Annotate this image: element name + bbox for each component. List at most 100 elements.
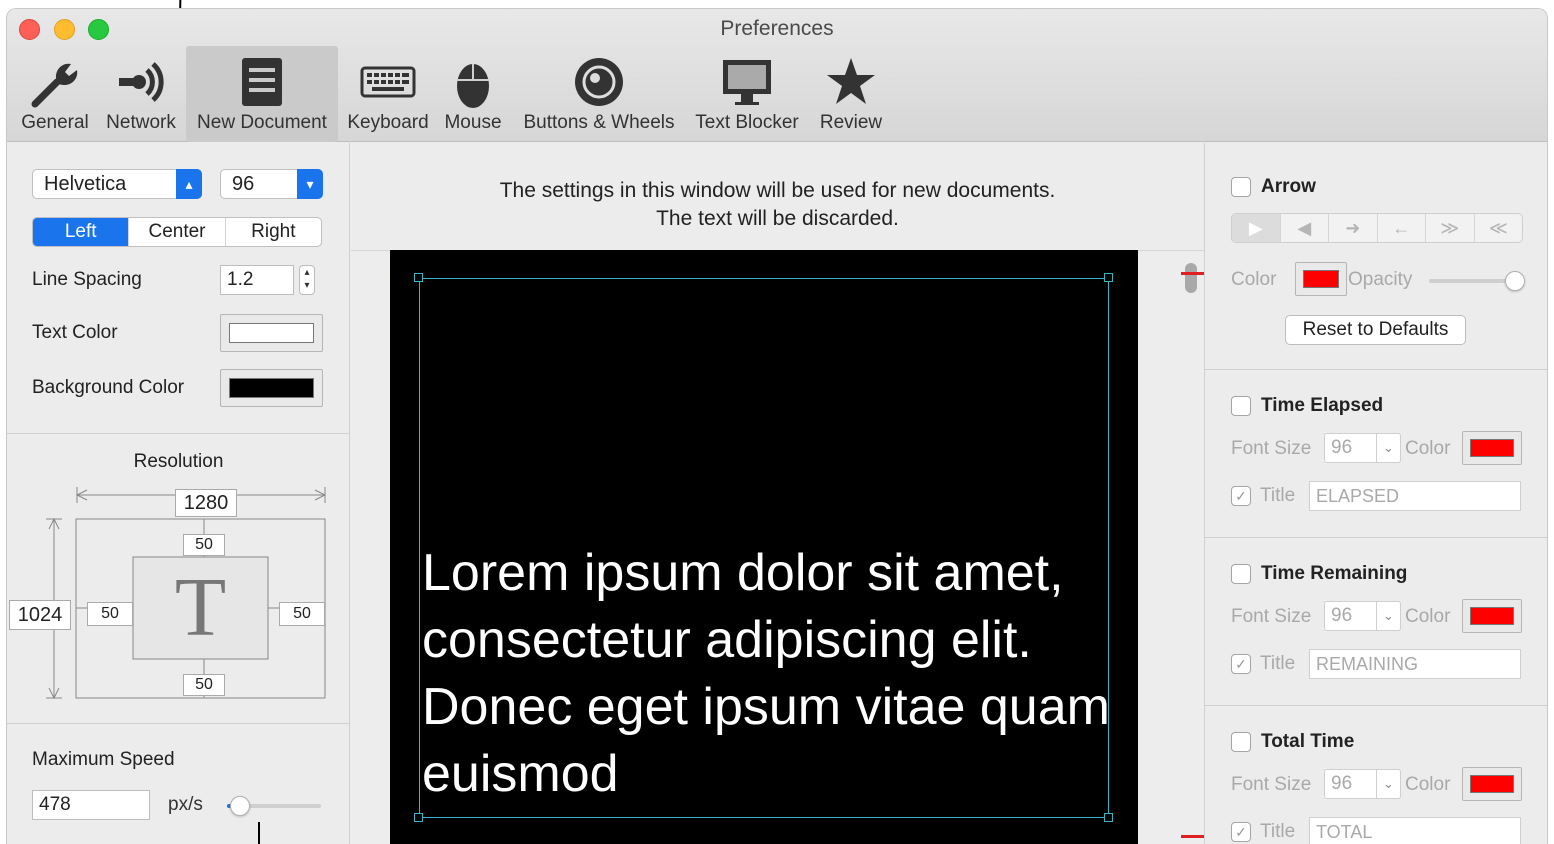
color-label: Color: [1405, 774, 1451, 795]
elapsed-title-checkbox[interactable]: ✓: [1231, 486, 1251, 506]
toolbar-text-blocker[interactable]: Text Blocker: [691, 46, 803, 142]
toolbar-keyboard[interactable]: Keyboard: [343, 46, 433, 142]
chevron-updown-icon: ▴: [176, 169, 202, 199]
remaining-color-swatch: [1470, 607, 1514, 625]
preferences-window: Preferences General Network New Document…: [6, 8, 1548, 844]
keyboard-icon: [360, 66, 416, 98]
total-time-title: Total Time: [1261, 731, 1355, 752]
elapsed-color-well[interactable]: [1462, 431, 1522, 465]
left-settings-panel: Helvetica ▴ 96 ▾ Left Center Right Line …: [7, 143, 350, 844]
resolution-width-field[interactable]: 1280: [175, 489, 237, 517]
margin-bottom-field[interactable]: 50: [183, 674, 225, 696]
chevron-down-icon: ⌄: [1376, 434, 1400, 462]
frame-handle[interactable]: [1104, 273, 1113, 282]
align-left-button[interactable]: Left: [33, 218, 130, 246]
time-remaining-checkbox[interactable]: [1231, 564, 1251, 584]
arrow-style-option[interactable]: ◀: [1281, 214, 1329, 242]
remaining-font-size-combo[interactable]: 96 ⌄: [1324, 601, 1401, 631]
arrow-style-option[interactable]: ≫: [1426, 214, 1475, 242]
margin-left-field[interactable]: 50: [87, 602, 133, 626]
speed-unit-label: px/s: [168, 794, 203, 815]
scroll-knob[interactable]: [1185, 263, 1197, 293]
elapsed-color-swatch: [1470, 439, 1514, 457]
network-icon: [119, 62, 164, 102]
title-label: Title: [1260, 653, 1296, 674]
text-color-label: Text Color: [32, 322, 118, 343]
total-color-swatch: [1470, 775, 1514, 793]
monitor-icon: [723, 60, 771, 105]
window-title: Preferences: [720, 17, 834, 40]
remaining-color-well[interactable]: [1462, 599, 1522, 633]
max-speed-slider-knob[interactable]: [229, 796, 250, 816]
resolution-label: Resolution: [133, 451, 224, 472]
arrow-style-control: ▶ ◀ ➜ ← ≫ ≪: [1231, 213, 1523, 243]
background-color-swatch: [229, 378, 314, 398]
total-title-field[interactable]: TOTAL: [1309, 817, 1521, 844]
font-size-label: Font Size: [1231, 774, 1312, 795]
margin-top-field[interactable]: 50: [183, 534, 225, 556]
align-center-button[interactable]: Center: [129, 218, 226, 246]
arrow-color-well[interactable]: [1295, 262, 1347, 296]
time-elapsed-title: Time Elapsed: [1261, 395, 1384, 416]
chevron-down-icon: ⌄: [1376, 602, 1400, 630]
max-speed-field[interactable]: 478: [32, 790, 150, 820]
remaining-title-checkbox[interactable]: ✓: [1231, 654, 1251, 674]
hint-line-2: The text will be discarded.: [656, 207, 899, 230]
resolution-height-field[interactable]: 1024: [9, 600, 71, 630]
arrow-color-label: Color: [1231, 269, 1277, 290]
align-right-button[interactable]: Right: [226, 218, 321, 246]
total-title-checkbox[interactable]: ✓: [1231, 822, 1251, 842]
document-icon: [242, 58, 282, 106]
time-elapsed-checkbox[interactable]: [1231, 396, 1251, 416]
arrow-checkbox[interactable]: [1231, 177, 1251, 197]
margin-right-field[interactable]: 50: [279, 602, 325, 626]
toolbar-network[interactable]: Network: [99, 46, 183, 142]
title-bar: Preferences General Network New Document…: [7, 9, 1547, 142]
text-color-swatch: [229, 323, 314, 343]
divider: [1205, 705, 1547, 706]
opacity-slider-knob[interactable]: [1505, 271, 1525, 291]
elapsed-title-field[interactable]: ELAPSED: [1309, 481, 1521, 511]
max-speed-label: Maximum Speed: [32, 749, 175, 770]
arrow-style-option[interactable]: ▶: [1232, 214, 1281, 242]
toolbar-new-document[interactable]: New Document: [186, 46, 338, 142]
toolbar-review[interactable]: Review: [813, 46, 889, 142]
line-spacing-stepper[interactable]: ▴ ▾: [299, 265, 315, 295]
font-family-popup[interactable]: Helvetica ▴: [32, 169, 202, 199]
divider: [7, 723, 349, 724]
bottom-marker: [1181, 835, 1205, 838]
font-size-label: Font Size: [1231, 606, 1312, 627]
opacity-slider[interactable]: [1429, 279, 1515, 283]
wrench-icon: [31, 63, 78, 108]
arrow-style-option[interactable]: ➜: [1329, 214, 1378, 242]
background-color-well[interactable]: [220, 369, 323, 407]
alignment-segmented-control: Left Center Right: [32, 217, 322, 247]
reset-to-defaults-button[interactable]: Reset to Defaults: [1285, 315, 1466, 345]
total-time-checkbox[interactable]: [1231, 732, 1251, 752]
arrow-title: Arrow: [1261, 176, 1316, 197]
chevron-down-icon: ▾: [297, 169, 323, 199]
arrow-color-swatch: [1303, 270, 1339, 288]
frame-handle[interactable]: [414, 273, 423, 282]
arrow-style-option[interactable]: ←: [1378, 214, 1426, 242]
toolbar-buttons-wheels[interactable]: Buttons & Wheels: [515, 46, 683, 142]
toolbar-mouse[interactable]: Mouse: [439, 46, 507, 142]
text-preview-glyph: T: [174, 561, 227, 654]
divider: [1205, 369, 1547, 370]
chevron-down-icon: ⌄: [1376, 770, 1400, 798]
elapsed-font-size-combo[interactable]: 96 ⌄: [1324, 433, 1401, 463]
text-color-well[interactable]: [220, 314, 323, 352]
font-size-popup[interactable]: 96 ▾: [220, 169, 323, 199]
title-label: Title: [1260, 821, 1296, 842]
arrow-style-option[interactable]: ≪: [1475, 214, 1523, 242]
opacity-label: Opacity: [1348, 269, 1413, 290]
total-color-well[interactable]: [1462, 767, 1522, 801]
sample-text: Lorem ipsum dolor sit amet, consectetur …: [422, 544, 1110, 803]
preview-scrollbar[interactable]: [1185, 263, 1197, 843]
total-font-size-combo[interactable]: 96 ⌄: [1324, 769, 1401, 799]
remaining-title-field[interactable]: REMAINING: [1309, 649, 1521, 679]
toolbar-general[interactable]: General: [15, 46, 95, 142]
line-spacing-label: Line Spacing: [32, 269, 142, 290]
line-spacing-field[interactable]: 1.2: [220, 265, 294, 295]
hint-line-1: The settings in this window will be used…: [499, 179, 1056, 202]
